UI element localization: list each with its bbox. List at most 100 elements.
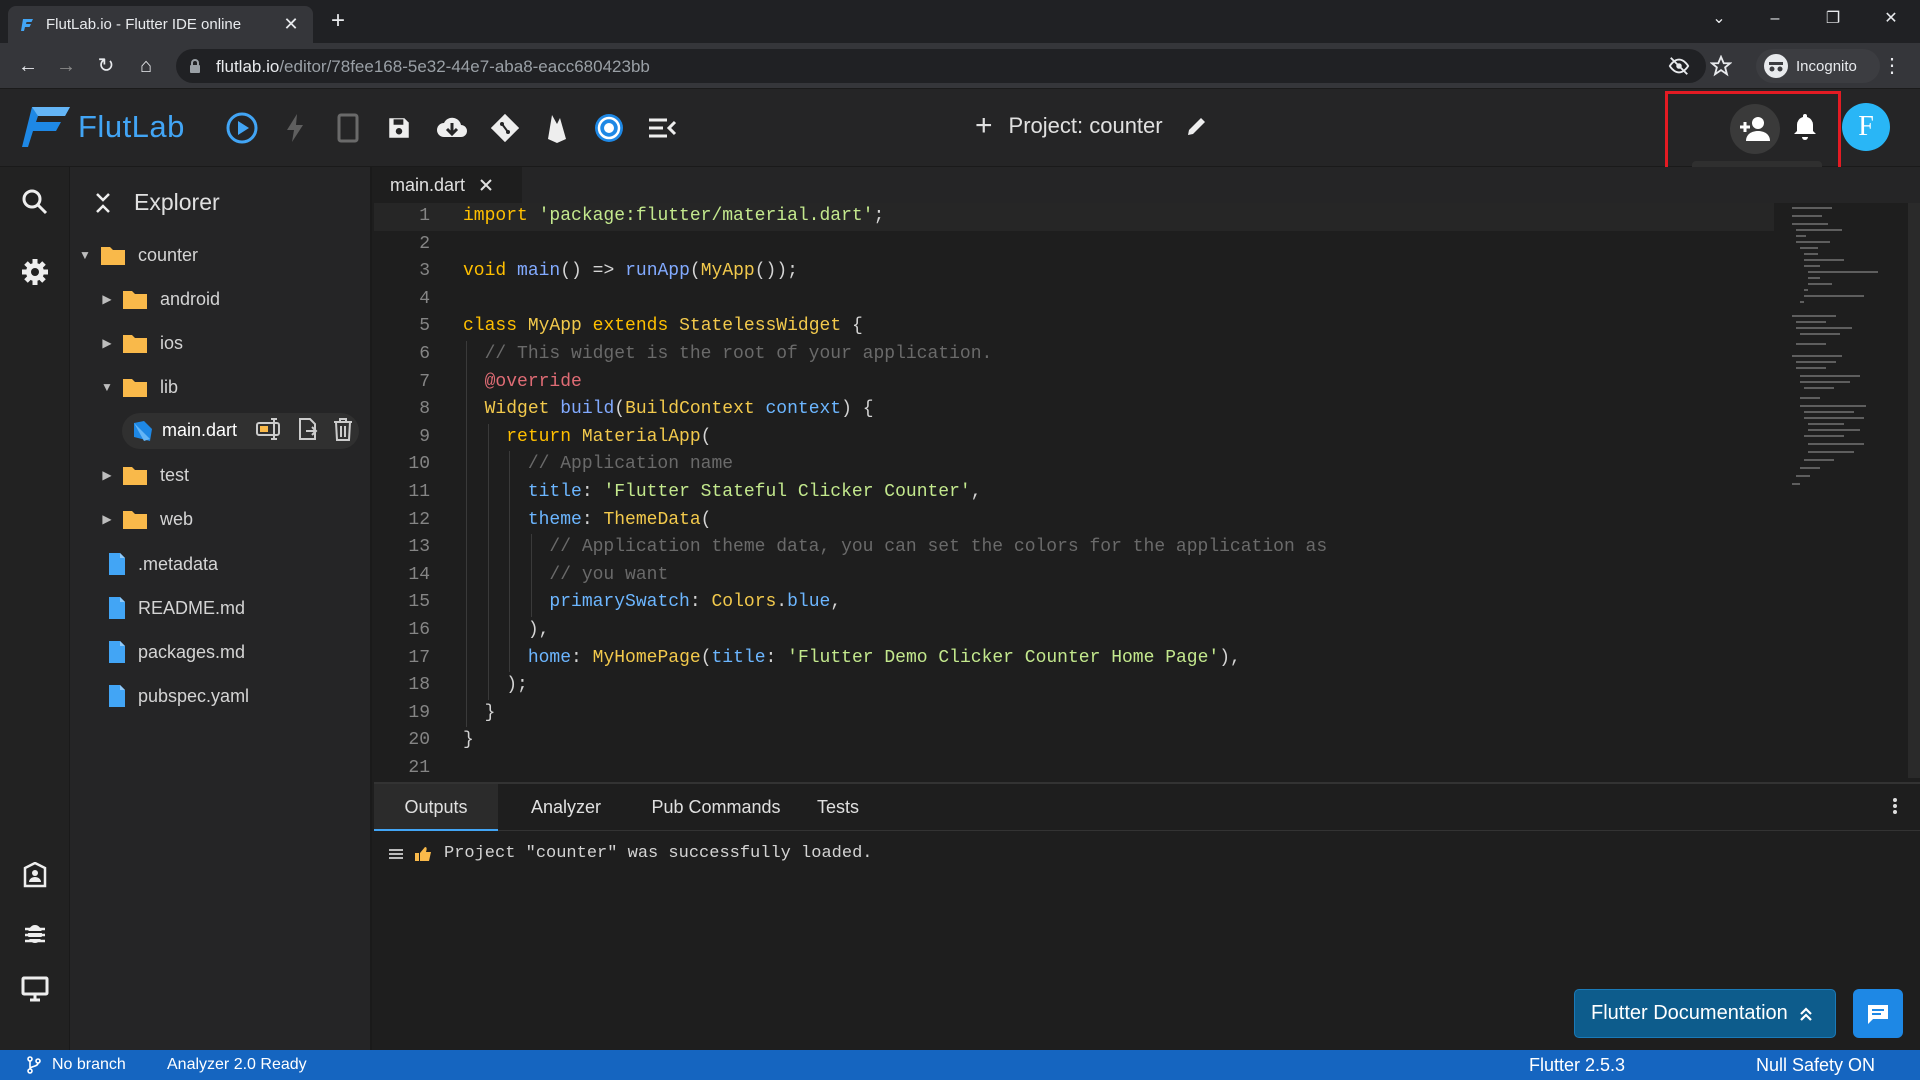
tab-search-icon[interactable]: ⌄ — [1704, 6, 1734, 32]
branch-status[interactable]: No branch — [26, 1050, 126, 1080]
tree-item-test[interactable]: ▶ test — [70, 455, 370, 495]
back-button[interactable]: ← — [14, 52, 42, 80]
code-line[interactable]: 1 import 'package:flutter/material.dart'; — [374, 203, 1774, 231]
user-avatar[interactable]: F — [1842, 103, 1890, 151]
chevron-right-icon[interactable]: ▶ — [100, 512, 114, 526]
code-line[interactable]: 20} — [374, 727, 1774, 755]
tree-item-android[interactable]: ▶ android — [70, 279, 370, 319]
code-line[interactable]: 4 — [374, 286, 1774, 314]
editor-scrollbar[interactable] — [1908, 203, 1920, 778]
code-line[interactable]: 21 — [374, 755, 1774, 783]
tree-item-packages[interactable]: packages.md — [70, 632, 370, 672]
tab-outputs[interactable]: Outputs — [374, 784, 498, 831]
code-line[interactable]: 13 // Application theme data, you can se… — [374, 534, 1774, 562]
line-number: 16 — [408, 619, 430, 640]
chevron-right-icon[interactable]: ▶ — [100, 336, 114, 350]
restore-button[interactable]: ❐ — [1818, 6, 1848, 32]
device-icon[interactable] — [331, 111, 365, 145]
edit-project-icon[interactable] — [1185, 114, 1209, 138]
code-minimap[interactable] — [1786, 203, 1916, 583]
address-bar[interactable]: flutlab.io/editor/78fee168-5e32-44e7-aba… — [176, 49, 1706, 83]
tab-pub-commands[interactable]: Pub Commands — [636, 784, 796, 831]
save-icon[interactable] — [382, 111, 416, 145]
hot-reload-icon[interactable] — [278, 111, 312, 145]
bookmark-star-icon[interactable] — [1710, 55, 1732, 77]
line-number: 19 — [408, 702, 430, 723]
firebase-icon[interactable] — [540, 111, 574, 145]
browser-tab[interactable]: FlutLab.io - Flutter IDE online ✕ — [8, 6, 313, 43]
code-line[interactable]: 10 // Application name — [374, 451, 1774, 479]
close-window-button[interactable]: ✕ — [1876, 6, 1906, 32]
line-number: 9 — [419, 426, 430, 447]
tree-item-metadata[interactable]: .metadata — [70, 544, 370, 584]
null-safety-status[interactable]: Null Safety ON — [1756, 1050, 1875, 1080]
close-editor-tab-icon[interactable] — [479, 178, 493, 192]
browser-menu-icon[interactable]: ⋮ — [1878, 52, 1906, 80]
share-project-button[interactable] — [1730, 104, 1780, 154]
forward-button[interactable]: → — [52, 52, 80, 80]
code-line[interactable]: 16 ), — [374, 616, 1774, 645]
home-button[interactable]: ⌂ — [132, 52, 160, 80]
code-line[interactable]: 12 theme: ThemeData( — [374, 506, 1774, 535]
code-line[interactable]: 8 Widget build(BuildContext context) { — [374, 396, 1774, 424]
run-icon[interactable] — [225, 111, 259, 145]
tab-tests[interactable]: Tests — [798, 784, 878, 831]
record-icon[interactable] — [592, 111, 626, 145]
chevron-right-icon[interactable]: ▶ — [100, 468, 114, 482]
code-line[interactable]: 7 @override — [374, 368, 1774, 397]
notification-bell-icon[interactable] — [1793, 112, 1817, 140]
git-icon[interactable] — [488, 111, 522, 145]
delete-trash-icon[interactable] — [332, 417, 354, 441]
tab-analyzer[interactable]: Analyzer — [504, 784, 628, 831]
eye-off-icon[interactable] — [1668, 55, 1690, 77]
brand[interactable]: FlutLab — [22, 105, 185, 149]
rename-icon[interactable] — [256, 417, 284, 441]
code-area[interactable]: 1 import 'package:flutter/material.dart';… — [374, 203, 1774, 782]
code-line[interactable]: 17 home: MyHomePage(title: 'Flutter Demo… — [374, 644, 1774, 673]
tree-item-main-dart[interactable]: main.dart — [70, 411, 370, 451]
chevron-down-icon[interactable]: ▼ — [78, 248, 92, 262]
tree-item-ios[interactable]: ▶ ios — [70, 323, 370, 363]
close-tab-icon[interactable]: ✕ — [281, 14, 301, 35]
reload-button[interactable]: ↻ — [92, 52, 120, 80]
editor-tab-bar: main.dart — [374, 167, 1920, 203]
code-line[interactable]: 3 void main() => runApp(MyApp()); — [374, 258, 1774, 286]
debug-bug-icon[interactable] — [20, 917, 50, 947]
duplicate-file-icon[interactable] — [296, 417, 320, 441]
code-line[interactable]: 18 ); — [374, 672, 1774, 700]
tree-item-web[interactable]: ▶ web — [70, 499, 370, 539]
chevron-down-icon[interactable]: ▼ — [100, 380, 114, 394]
incognito-profile[interactable]: Incognito — [1756, 49, 1880, 83]
code-line[interactable]: 9 return MaterialApp( — [374, 423, 1774, 452]
code-line[interactable]: 15 primarySwatch: Colors.blue, — [374, 589, 1774, 617]
analyzer-status[interactable]: Analyzer 2.0 Ready — [167, 1050, 307, 1080]
flutter-version[interactable]: Flutter 2.5.3 — [1529, 1050, 1625, 1080]
tree-item-pubspec[interactable]: pubspec.yaml — [70, 676, 370, 716]
panel-more-icon[interactable] — [1892, 796, 1898, 816]
search-icon[interactable] — [20, 187, 50, 217]
monitor-icon[interactable] — [20, 974, 50, 1004]
cloud-download-icon[interactable] — [435, 111, 469, 145]
tree-item-lib[interactable]: ▼ lib — [70, 367, 370, 407]
minimize-button[interactable]: – — [1760, 6, 1790, 32]
code-line[interactable]: 5 class MyApp extends StatelessWidget { — [374, 313, 1774, 341]
menu-collapse-icon[interactable] — [645, 111, 679, 145]
tree-item-readme[interactable]: README.md — [70, 588, 370, 628]
account-box-icon[interactable] — [20, 860, 50, 890]
code-line[interactable]: 14 // you want — [374, 561, 1774, 590]
code-text: } — [463, 730, 474, 751]
chat-button[interactable] — [1853, 989, 1903, 1038]
flutter-documentation-button[interactable]: Flutter Documentation — [1574, 989, 1836, 1038]
code-line[interactable]: 6 // This widget is the root of your app… — [374, 340, 1774, 369]
editor-tab-main-dart[interactable]: main.dart — [374, 167, 522, 203]
collapse-all-icon[interactable] — [94, 192, 112, 214]
chevron-right-icon[interactable]: ▶ — [100, 292, 114, 306]
code-line[interactable]: 19 } — [374, 699, 1774, 728]
new-project-icon[interactable]: + — [975, 111, 993, 141]
code-line[interactable]: 11 title: 'Flutter Stateful Clicker Coun… — [374, 478, 1774, 507]
new-tab-button[interactable]: + — [326, 8, 350, 34]
tree-item-counter[interactable]: ▼ counter — [70, 235, 370, 275]
chat-bubble-icon — [1868, 1004, 1888, 1024]
code-line[interactable]: 2 — [374, 231, 1774, 259]
settings-gear-icon[interactable] — [20, 257, 50, 287]
